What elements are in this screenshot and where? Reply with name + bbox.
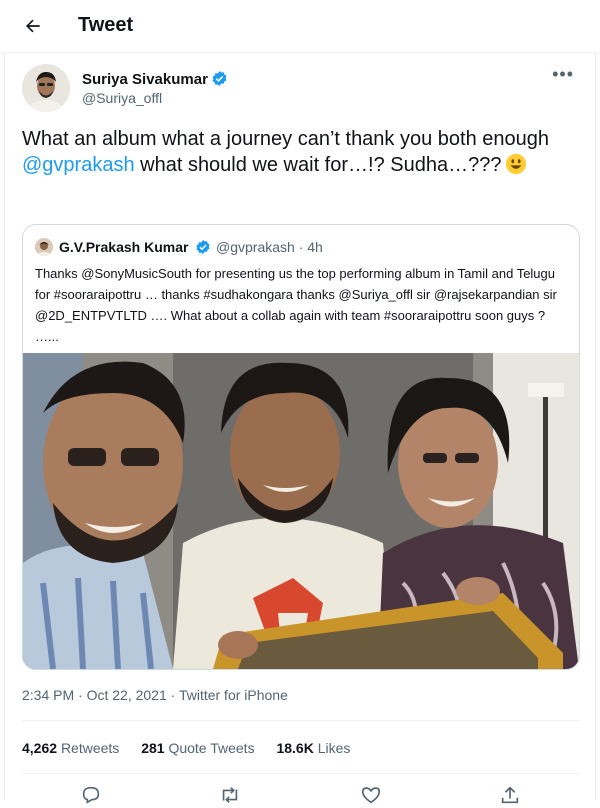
mention-link[interactable]: @gvprakash xyxy=(22,154,135,176)
more-icon[interactable]: ••• xyxy=(552,64,574,85)
page-title: Tweet xyxy=(78,14,134,36)
quoted-tweet-text: Thanks @SonyMusicSouth for presenting us… xyxy=(35,266,557,344)
divider xyxy=(22,773,580,774)
likes-label: Likes xyxy=(317,740,351,756)
retweets-count: 4,262 xyxy=(22,740,58,756)
quote-tweets-count: 281 xyxy=(141,740,165,756)
smiley-emoji-icon xyxy=(506,153,527,175)
back-button[interactable] xyxy=(19,12,47,40)
tweet-text: What an album what a journey can’t thank… xyxy=(22,126,582,178)
tweet-text-part: what should we wait for…!? Sudha…??? xyxy=(134,154,502,176)
retweets-label: Retweets xyxy=(60,740,120,756)
verified-badge-icon xyxy=(196,240,210,254)
tweet-text-part: What an album what a journey can’t thank… xyxy=(22,128,550,150)
tweet-timestamp[interactable]: 2:34 PM · Oct 22, 2021 · xyxy=(22,687,179,703)
quoted-author-handle: @gvprakash · 4h xyxy=(216,239,323,255)
verified-badge-icon xyxy=(212,71,227,86)
tweet-stats: 4,262 Retweets 281 Quote Tweets 18.6K Li… xyxy=(22,740,368,756)
quoted-author-name: G.V.Prakash Kumar xyxy=(59,239,189,255)
reply-icon[interactable] xyxy=(80,784,102,806)
author-name[interactable]: Suriya Sivakumar xyxy=(82,70,228,88)
quote-tweets-label: Quote Tweets xyxy=(168,740,255,756)
quoted-avatar xyxy=(35,238,53,256)
retweets-stat[interactable]: 4,262 Retweets xyxy=(22,740,119,756)
tweet-author: Suriya Sivakumar @Suriya_offl ••• xyxy=(22,64,582,116)
retweet-icon[interactable] xyxy=(219,784,241,806)
back-arrow-icon xyxy=(26,19,40,33)
tweet-source[interactable]: Twitter for iPhone xyxy=(179,687,288,703)
quote-tweets-stat[interactable]: 281 Quote Tweets xyxy=(141,740,254,756)
author-name-text: Suriya Sivakumar xyxy=(82,71,208,88)
tweet-meta: 2:34 PM · Oct 22, 2021 · Twitter for iPh… xyxy=(22,687,288,703)
likes-count: 18.6K xyxy=(276,740,314,756)
divider xyxy=(22,720,580,721)
header-bar: Tweet xyxy=(0,0,600,53)
like-icon[interactable] xyxy=(360,784,382,806)
action-bar xyxy=(0,784,600,808)
likes-stat[interactable]: 18.6K Likes xyxy=(276,740,350,756)
share-icon[interactable] xyxy=(499,784,521,806)
quoted-tweet[interactable]: G.V.Prakash Kumar @gvprakash · 4h Thanks… xyxy=(22,224,580,670)
quoted-tweet-photo[interactable] xyxy=(23,353,579,669)
avatar[interactable] xyxy=(22,64,70,112)
author-handle[interactable]: @Suriya_offl xyxy=(82,90,162,106)
